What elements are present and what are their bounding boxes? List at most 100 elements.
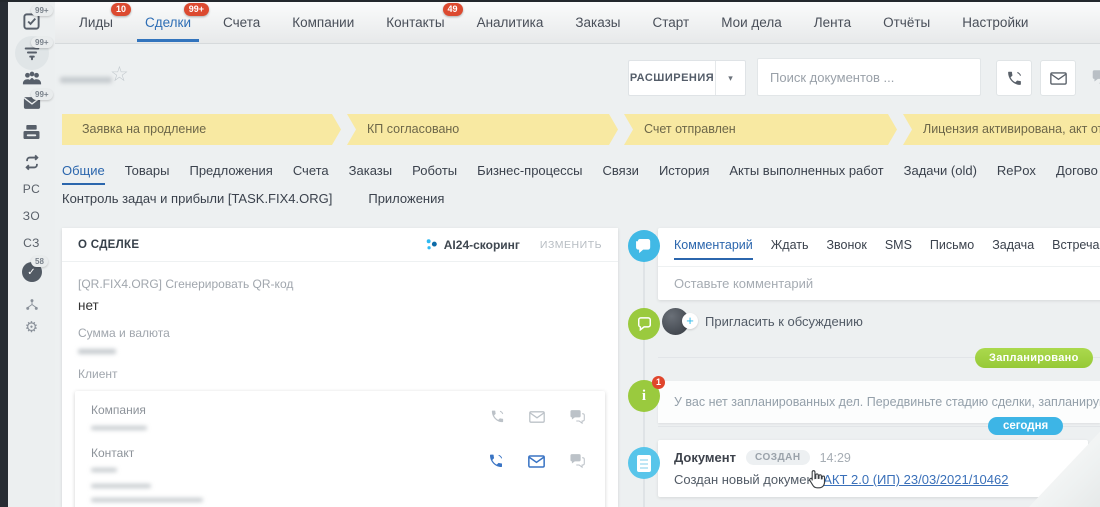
tab-comment[interactable]: Комментарий [674, 238, 753, 260]
nav-item-analytics[interactable]: Аналитика [461, 0, 560, 43]
info-count-badge: 1 [652, 376, 665, 389]
sidebar-item-notifications[interactable]: ✓ 58 [8, 256, 55, 282]
search-input[interactable] [757, 58, 981, 96]
invite-row[interactable]: + Пригласить к обсуждению [662, 308, 863, 335]
bitrix24-deal-page: 99+ 99+ 99+ РС ЗО СЗ ✓ 58 ⚙ Лиды 10 Сдел… [0, 0, 1100, 507]
chevron-down-icon[interactable]: ▾ [715, 61, 745, 95]
document-event-card: Документ СОЗДАН 14:29 Создан новый докум… [658, 440, 1088, 497]
stage-bar-1[interactable]: Заявка на продление [62, 114, 341, 145]
nav-item-settings[interactable]: Настройки [946, 0, 1044, 43]
sidebar-item-sync[interactable] [8, 154, 55, 171]
extensions-button[interactable]: РАСШИРЕНИЯ ▾ [628, 60, 746, 96]
nav-item-leads[interactable]: Лиды 10 [63, 0, 131, 43]
invite-bubble-icon [628, 308, 660, 340]
chat-icon[interactable] [569, 454, 585, 468]
deal-tab-products[interactable]: Товары [125, 163, 170, 185]
chat-icon[interactable] [569, 409, 585, 424]
sidebar-item-zo[interactable]: ЗО [8, 209, 55, 223]
email-button[interactable] [1040, 60, 1076, 96]
left-sidebar: 99+ 99+ 99+ РС ЗО СЗ ✓ 58 ⚙ [8, 0, 55, 507]
client-field-label: Клиент [78, 367, 118, 381]
deal-tab-invoices[interactable]: Счета [293, 163, 329, 185]
envelope-icon[interactable] [529, 410, 545, 423]
nav-item-orders[interactable]: Заказы [559, 0, 636, 43]
edit-deal-button[interactable]: изменить [540, 239, 602, 251]
gear-icon: ⚙ [24, 319, 39, 336]
nav-item-my-activities[interactable]: Мои дела [705, 0, 798, 43]
document-link[interactable]: АКТ 2.0 (ИП) 23/03/2021/10462 [823, 472, 1008, 487]
deal-tab-apps[interactable]: Приложения [368, 191, 444, 211]
sidebar-item-settings[interactable]: ⚙ [8, 318, 55, 336]
deal-tab-quotes[interactable]: Предложения [189, 163, 272, 185]
stage-bar-4[interactable]: Лицензия активирована, акт отправлен [903, 114, 1100, 145]
nav-item-invoices[interactable]: Счета [207, 0, 276, 43]
deal-tab-task-control[interactable]: Контроль задач и прибыли [TASK.FIX4.ORG] [62, 191, 332, 211]
sidebar-item-tasks[interactable]: 99+ [8, 5, 55, 31]
sidebar-item-pc[interactable]: РС [8, 182, 55, 196]
nav-item-reports[interactable]: Отчёты [867, 0, 946, 43]
deal-tab-contracts[interactable]: Договора [1056, 163, 1098, 185]
comment-input[interactable]: Оставьте комментарий [658, 267, 1100, 300]
tab-call[interactable]: Звонок [827, 238, 867, 260]
tab-meeting[interactable]: Встреча [1052, 238, 1099, 260]
nav-item-deals[interactable]: Сделки 99+ [129, 0, 209, 43]
document-event-time: 14:29 [819, 450, 851, 465]
add-participant-icon[interactable]: + [682, 313, 698, 329]
deal-tab-repox[interactable]: RePox [997, 163, 1036, 185]
stage-label: КП согласовано [367, 122, 460, 136]
deal-tab-robots[interactable]: Роботы [412, 163, 457, 185]
deal-tab-acts[interactable]: Акты выполненных работ [729, 163, 883, 185]
about-deal-card: О СДЕЛКЕ AI24-скоринг изменить [QR.FIX4.… [62, 228, 618, 507]
contact-name-redacted[interactable] [91, 468, 117, 472]
tab-sms[interactable]: SMS [885, 238, 912, 260]
sidebar-item-cashbox[interactable] [8, 124, 55, 140]
phone-icon[interactable] [490, 409, 505, 424]
sidebar-item-sz[interactable]: СЗ [8, 236, 55, 250]
nav-item-contacts[interactable]: Контакты 49 [370, 0, 463, 43]
nav-item-feed[interactable]: Лента [798, 0, 867, 43]
invite-label[interactable]: Пригласить к обсуждению [705, 314, 863, 329]
activity-composer-card: Комментарий Ждать Звонок SMS Письмо Зада… [658, 228, 1100, 300]
contact-email-redacted[interactable] [91, 484, 151, 488]
top-navigation: Лиды 10 Сделки 99+ Счета Компании Контак… [55, 0, 1100, 44]
deal-tabs-row2: Контроль задач и прибыли [TASK.FIX4.ORG]… [62, 191, 444, 211]
deal-tab-links[interactable]: Связи [603, 163, 639, 185]
deals-count-badge: 99+ [183, 3, 209, 16]
sidebar-item-crm[interactable]: 99+ [8, 36, 55, 70]
deal-tab-tasks-old[interactable]: Задачи (old) [904, 163, 977, 185]
nav-item-companies[interactable]: Компании [276, 0, 370, 43]
stage-bar-2[interactable]: КП согласовано [347, 114, 618, 145]
ai-scoring-button[interactable]: AI24-скоринг [425, 238, 520, 252]
deal-tab-orders[interactable]: Заказы [349, 163, 392, 185]
qr-field-value[interactable]: нет [78, 298, 602, 313]
deal-tab-history[interactable]: История [659, 163, 709, 185]
notifications-badge: 58 [31, 256, 48, 267]
document-event-header: Документ СОЗДАН 14:29 [658, 440, 1088, 465]
info-icon: i 1 [628, 376, 665, 412]
sidebar-item-mail[interactable]: 99+ [8, 89, 55, 110]
nav-label: Контакты [386, 15, 445, 30]
tab-email[interactable]: Письмо [930, 238, 974, 260]
stage-bar-3[interactable]: Счет отправлен [624, 114, 897, 145]
document-icon [628, 447, 660, 479]
company-value-redacted[interactable] [91, 426, 147, 430]
deal-tab-general[interactable]: Общие [62, 163, 105, 185]
sidebar-item-structure[interactable] [8, 298, 55, 311]
nav-item-start[interactable]: Старт [637, 0, 706, 43]
tab-task[interactable]: Задача [992, 238, 1034, 260]
envelope-icon[interactable] [528, 454, 545, 468]
chat-button[interactable] [1082, 60, 1100, 96]
chat-icon [1091, 69, 1100, 87]
tab-wait[interactable]: Ждать [771, 238, 809, 260]
ai-scoring-label: AI24-скоринг [443, 237, 520, 252]
activity-tabs: Комментарий Ждать Звонок SMS Письмо Зада… [658, 228, 1100, 267]
sum-value-redacted[interactable] [78, 349, 116, 354]
phone-icon[interactable] [488, 453, 504, 469]
favorite-star-icon[interactable]: ☆ [110, 64, 129, 85]
deal-tab-bizproc[interactable]: Бизнес-процессы [477, 163, 582, 185]
call-button[interactable] [996, 60, 1032, 96]
today-badge: сегодня [988, 417, 1064, 435]
contact-phone-redacted[interactable] [91, 498, 203, 502]
nav-label: Аналитика [476, 15, 544, 30]
sidebar-item-employees[interactable] [8, 70, 55, 86]
